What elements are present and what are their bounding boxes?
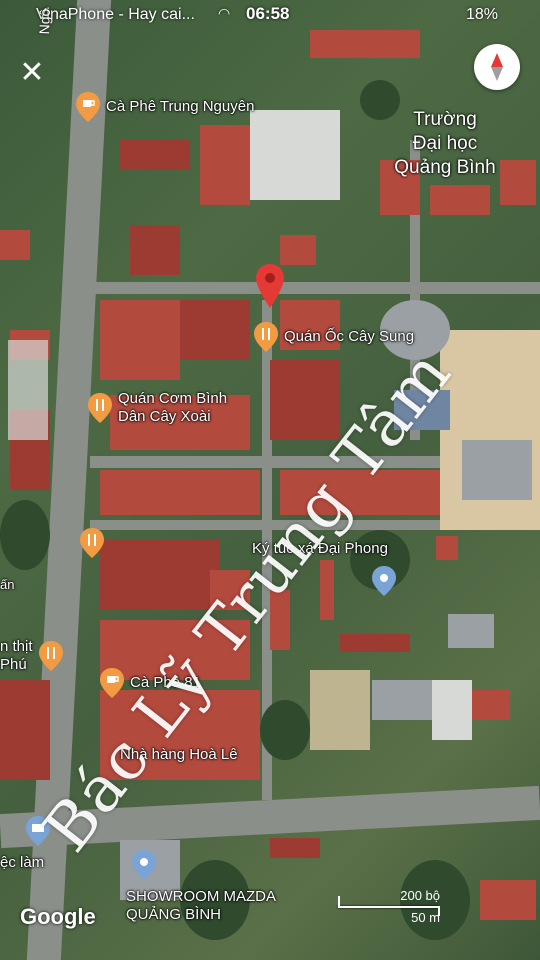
battery-label: 18%	[466, 6, 499, 23]
building	[130, 225, 180, 275]
open-field	[310, 670, 370, 750]
building	[448, 614, 494, 648]
building	[8, 340, 48, 440]
poi-restaurant-unnamed[interactable]	[80, 528, 110, 558]
poi-label: Cà Phê Trung Nguyên	[106, 98, 255, 115]
building	[100, 300, 180, 380]
poi-thit-phu[interactable]: n thịt Phú	[0, 638, 63, 674]
building	[340, 634, 410, 652]
restaurant-icon	[254, 322, 278, 352]
building	[310, 30, 420, 58]
coffee-icon	[76, 92, 100, 122]
place-label-university: Trường Đại học Quảng Bình	[394, 109, 496, 178]
building	[0, 680, 50, 780]
tree	[0, 500, 50, 570]
building	[280, 235, 316, 265]
building	[470, 690, 510, 720]
restaurant-icon	[88, 393, 112, 423]
building	[480, 880, 536, 920]
building	[372, 680, 432, 720]
scale-bottom-label: 50 m	[411, 910, 440, 925]
restaurant-icon	[38, 641, 63, 671]
building	[430, 185, 490, 215]
building	[120, 140, 190, 170]
carrier-label: VinaPhone - Hay cai...	[36, 6, 195, 23]
poi-label: SHOWROOM MAZDA QUẢNG BÌNH	[126, 888, 276, 923]
building	[180, 300, 250, 360]
building	[432, 680, 472, 740]
building	[320, 560, 334, 620]
scale-bar	[338, 906, 438, 908]
poi-label: Quán Cơm Bình Dân Cây Xoài	[118, 390, 228, 425]
wifi-icon: ◠	[218, 5, 231, 21]
compass-icon[interactable]	[474, 44, 520, 90]
campus-plaza	[250, 110, 340, 200]
place-icon	[132, 850, 156, 880]
poi-quan-com-binh-dan[interactable]: Quán Cơm Bình Dân Cây Xoài	[88, 390, 227, 426]
building	[436, 536, 458, 560]
building	[462, 440, 532, 500]
construction-site	[440, 330, 540, 530]
cross-road-1	[90, 282, 540, 294]
poi-label: Quán Ốc Cây Sung	[284, 328, 415, 345]
building	[270, 838, 320, 858]
red-pin-icon[interactable]	[256, 264, 284, 313]
poi-label: ấn	[0, 577, 15, 592]
status-time: 06:58	[246, 4, 290, 23]
building	[200, 125, 250, 205]
scale-top-label: 200 bộ	[400, 888, 440, 903]
google-logo: Google	[20, 904, 96, 929]
status-bar: VinaPhone - Hay cai... ◠ 06:58 18%	[0, 0, 540, 30]
road-label: Ngô	[36, 8, 53, 35]
poi-an-partial[interactable]: ấn	[0, 576, 14, 594]
scale-tick	[338, 896, 340, 906]
close-icon[interactable]: ✕	[16, 58, 48, 90]
building	[0, 230, 30, 260]
poi-showroom-mazda[interactable]: SHOWROOM MAZDA QUẢNG BÌNH	[126, 850, 276, 924]
coffee-icon	[100, 668, 124, 698]
restaurant-icon	[80, 528, 104, 558]
building	[270, 360, 340, 440]
poi-label: n thịt Phú	[0, 638, 33, 673]
place-icon	[372, 566, 396, 596]
poi-blue-place[interactable]	[372, 566, 396, 596]
poi-quan-oc-cay-sung[interactable]: Quán Ốc Cây Sung	[254, 322, 414, 352]
tree	[260, 700, 310, 760]
poi-ca-phe-trung-nguyen[interactable]: Cà Phê Trung Nguyên	[76, 92, 254, 122]
building	[100, 470, 260, 515]
map-scale: 200 bộ 50 m	[338, 888, 440, 928]
poi-label: ệc làm	[0, 854, 45, 871]
